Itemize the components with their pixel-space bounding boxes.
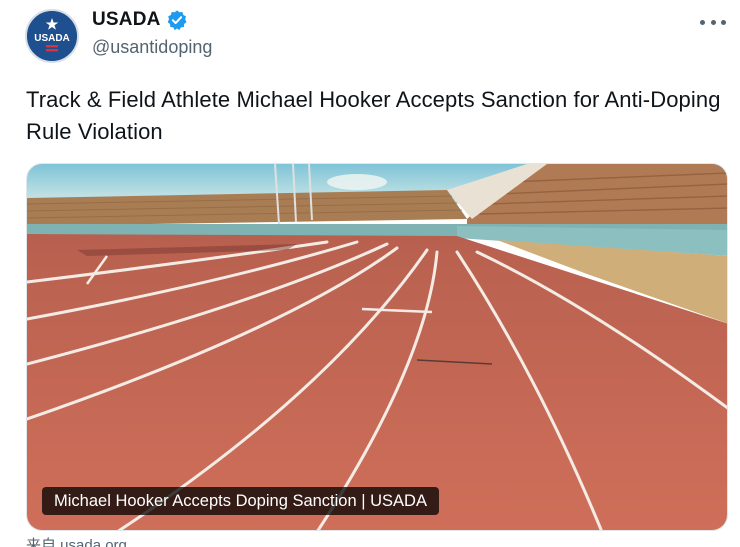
media-caption[interactable]: Michael Hooker Accepts Doping Sanction |…	[42, 487, 439, 515]
author-name-row: USADA	[92, 9, 188, 31]
media-image[interactable]	[26, 163, 728, 531]
tweet-card[interactable]: USADA USADA @usantidoping Track & Field …	[0, 0, 740, 547]
verified-badge-icon	[166, 9, 188, 31]
more-dot	[721, 19, 726, 25]
more-dot	[700, 19, 705, 25]
more-options-icon[interactable]	[700, 14, 726, 30]
running-track-stadium-image	[27, 164, 727, 530]
usada-logo-icon: USADA	[27, 11, 77, 61]
author-handle[interactable]: @usantidoping	[92, 37, 212, 58]
link-source[interactable]: 来自 usada.org	[26, 536, 127, 547]
tweet-text: Track & Field Athlete Michael Hooker Acc…	[26, 87, 721, 144]
avatar[interactable]: USADA	[25, 9, 79, 63]
avatar-logo-text: USADA	[34, 33, 70, 44]
more-dot	[710, 19, 716, 25]
display-name[interactable]: USADA	[92, 9, 161, 31]
